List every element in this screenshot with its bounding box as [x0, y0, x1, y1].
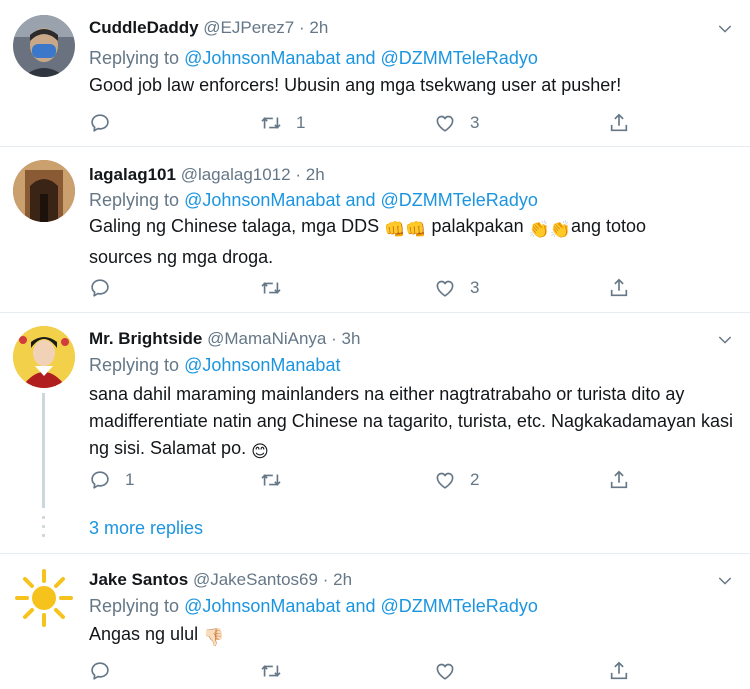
retweet-button[interactable] [260, 467, 296, 493]
chevron-down-icon[interactable] [716, 331, 734, 349]
replying-to-label: Replying to [89, 596, 180, 616]
like-button[interactable] [434, 658, 470, 684]
timestamp[interactable]: 2h [306, 165, 325, 184]
share-icon [608, 660, 630, 682]
like-count: 3 [470, 113, 480, 132]
mention-joiner: and [345, 190, 376, 210]
reply-button[interactable] [89, 275, 125, 301]
more-replies-link[interactable]: 3 more replies [89, 518, 203, 539]
retweet-count: 1 [296, 113, 306, 132]
share-icon [608, 469, 630, 491]
avatar[interactable] [13, 15, 75, 77]
tweet[interactable]: lagalag101 @lagalag1012 · 2h Replying to… [0, 147, 750, 312]
author-name[interactable]: lagalag101 [89, 165, 176, 184]
separator-dot: · [295, 165, 301, 184]
heart-icon [434, 660, 456, 682]
tweet-text-part: sana dahil maraming mainlanders na eithe… [89, 384, 734, 458]
heart-icon [434, 277, 456, 299]
reply-button[interactable]: 1 [89, 467, 134, 493]
author-name[interactable]: Jake Santos [89, 570, 188, 589]
thumbs-down-emoji: 👎🏻 [203, 628, 225, 648]
chevron-down-icon[interactable] [716, 20, 734, 38]
mention-link[interactable]: @JohnsonManabat [184, 596, 340, 616]
avatar[interactable] [13, 567, 75, 629]
tweet[interactable]: CuddleDaddy @EJPerez7 · 2h Replying to @… [0, 0, 750, 146]
retweet-button[interactable] [260, 275, 296, 301]
tweet-text-part: palakpakan [426, 216, 529, 236]
author-handle[interactable]: @JakeSantos69 [193, 570, 318, 589]
avatar[interactable] [13, 326, 75, 388]
mention-link[interactable]: @DZMMTeleRadyo [381, 48, 538, 68]
mention-link[interactable]: @DZMMTeleRadyo [381, 190, 538, 210]
reply-icon [89, 277, 111, 299]
share-button[interactable] [608, 275, 630, 301]
tweet-text: sana dahil maraming mainlanders na eithe… [89, 381, 739, 466]
tweet-text: Angas ng ulul 👎🏻 [89, 621, 739, 652]
tweet-text-part: Angas ng ulul [89, 624, 199, 644]
fist-emoji: 👊👊 [384, 220, 427, 240]
tweet-text-part: Galing ng Chinese talaga, mga DDS [89, 216, 385, 236]
avatar[interactable] [13, 160, 75, 222]
mention-link[interactable]: @JohnsonManabat [184, 48, 340, 68]
retweet-icon [260, 277, 282, 299]
retweet-button[interactable]: 1 [260, 110, 305, 136]
clap-emoji: 👏👏 [528, 220, 571, 240]
author-name[interactable]: Mr. Brightside [89, 329, 202, 348]
smile-emoji: 😊 [251, 442, 269, 462]
heart-icon [434, 469, 456, 491]
like-button[interactable]: 2 [434, 467, 479, 493]
mention-link[interactable]: @JohnsonManabat [184, 190, 340, 210]
tweet[interactable]: Mr. Brightside @MamaNiAnya · 3h Replying… [0, 313, 750, 553]
mention-joiner: and [345, 48, 376, 68]
mention-joiner: and [345, 596, 376, 616]
reply-icon [89, 660, 111, 682]
reply-icon [89, 469, 111, 491]
mention-link[interactable]: @DZMMTeleRadyo [381, 596, 538, 616]
timestamp[interactable]: 2h [309, 18, 328, 37]
like-button[interactable]: 3 [434, 275, 479, 301]
reply-button[interactable] [89, 658, 125, 684]
chevron-down-icon[interactable] [716, 572, 734, 590]
share-button[interactable] [608, 110, 630, 136]
reply-icon [89, 112, 111, 134]
share-icon [608, 112, 630, 134]
tweet[interactable]: Jake Santos @JakeSantos69 · 2h Replying … [0, 554, 750, 689]
author-name[interactable]: CuddleDaddy [89, 18, 199, 37]
separator-dot: · [331, 329, 337, 348]
replying-to-label: Replying to [89, 190, 180, 210]
replying-to-label: Replying to [89, 355, 180, 375]
replying-to-label: Replying to [89, 48, 180, 68]
share-button[interactable] [608, 658, 630, 684]
heart-icon [434, 112, 456, 134]
separator-dot: · [322, 570, 329, 589]
like-button[interactable]: 3 [434, 110, 479, 136]
retweet-icon [260, 469, 282, 491]
like-count: 3 [470, 278, 480, 297]
retweet-icon [260, 112, 282, 134]
retweet-button[interactable] [260, 658, 296, 684]
avatar-photo [13, 160, 75, 222]
separator-dot: · [299, 18, 305, 37]
share-button[interactable] [608, 467, 630, 493]
like-count: 2 [470, 470, 480, 489]
timestamp[interactable]: 2h [333, 570, 352, 589]
mention-link[interactable]: @JohnsonManabat [184, 355, 340, 375]
retweet-icon [260, 660, 282, 682]
timestamp[interactable]: 3h [342, 329, 361, 348]
thread-dots [42, 516, 45, 543]
avatar-photo [13, 567, 75, 629]
reply-button[interactable] [89, 110, 125, 136]
avatar-photo [13, 326, 75, 388]
reply-count: 1 [125, 470, 135, 489]
avatar-photo [13, 15, 75, 77]
author-handle[interactable]: @EJPerez7 [203, 18, 294, 37]
tweet-text: Galing ng Chinese talaga, mga DDS 👊👊 pal… [89, 213, 689, 271]
author-handle[interactable]: @lagalag1012 [181, 165, 291, 184]
tweet-text: Good job law enforcers! Ubusin ang mga t… [89, 75, 622, 95]
author-handle[interactable]: @MamaNiAnya [207, 329, 326, 348]
share-icon [608, 277, 630, 299]
thread-line [42, 393, 45, 508]
